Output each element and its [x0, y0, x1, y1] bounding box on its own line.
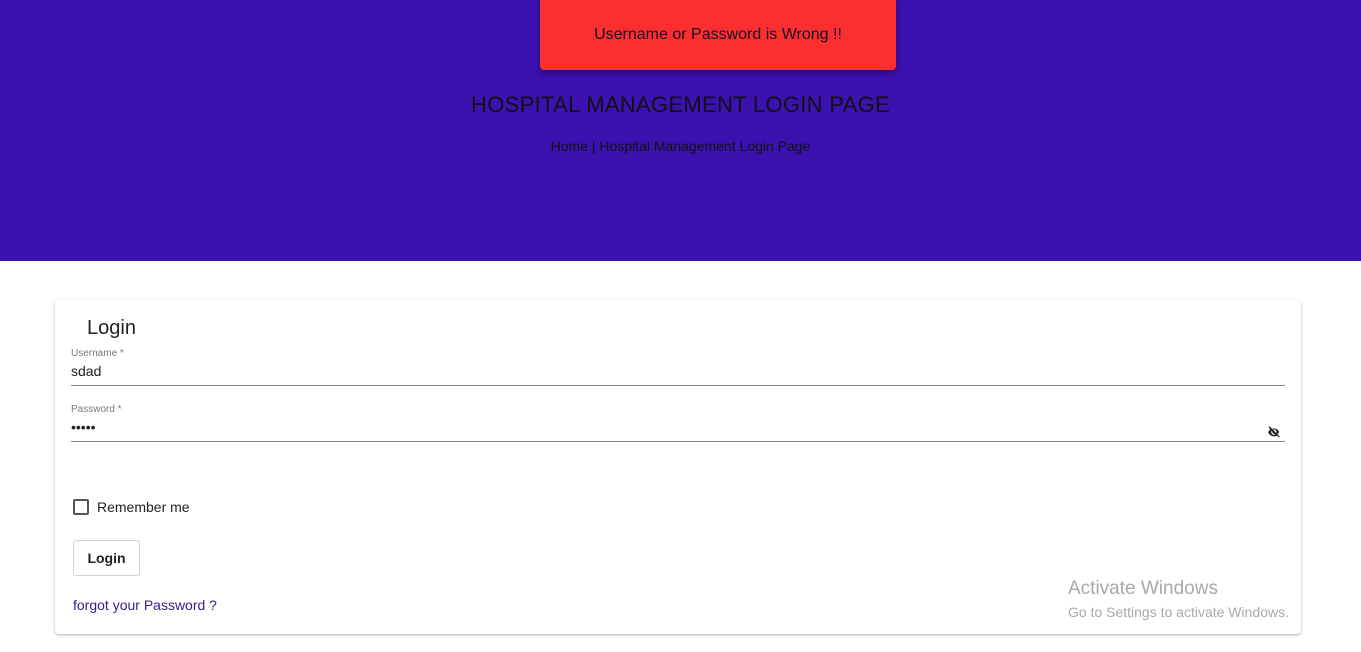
error-toast: Username or Password is Wrong !!	[540, 0, 896, 70]
username-label: Username *	[71, 348, 124, 359]
breadcrumb-current: Hospital Management Login Page	[599, 138, 811, 154]
username-input[interactable]: sdad	[71, 363, 1285, 385]
breadcrumb-home-link[interactable]: Home	[551, 138, 588, 154]
username-field[interactable]: Username * sdad	[71, 348, 1285, 386]
watermark-subtitle: Go to Settings to activate Windows.	[1068, 604, 1289, 620]
password-input[interactable]: •••••	[71, 419, 1285, 441]
remember-me-label: Remember me	[97, 499, 190, 515]
remember-me-checkbox[interactable]	[73, 499, 89, 515]
page-title: HOSPITAL MANAGEMENT LOGIN PAGE	[471, 92, 890, 117]
error-message: Username or Password is Wrong !!	[594, 26, 842, 43]
forgot-password-link[interactable]: forgot your Password ?	[73, 597, 217, 613]
password-label: Password *	[71, 404, 122, 415]
hero-banner: Username or Password is Wrong !! HOSPITA…	[0, 0, 1361, 261]
breadcrumb-separator: |	[588, 138, 600, 154]
login-button[interactable]: Login	[73, 540, 140, 576]
password-field[interactable]: Password * •••••	[71, 404, 1285, 442]
login-card-title: Login	[87, 317, 136, 339]
windows-activation-watermark: Activate Windows Go to Settings to activ…	[1068, 578, 1289, 620]
breadcrumb: Home | Hospital Management Login Page	[0, 138, 1361, 154]
eye-off-icon[interactable]	[1267, 425, 1281, 439]
remember-me[interactable]: Remember me	[73, 499, 190, 515]
watermark-title: Activate Windows	[1068, 578, 1218, 599]
